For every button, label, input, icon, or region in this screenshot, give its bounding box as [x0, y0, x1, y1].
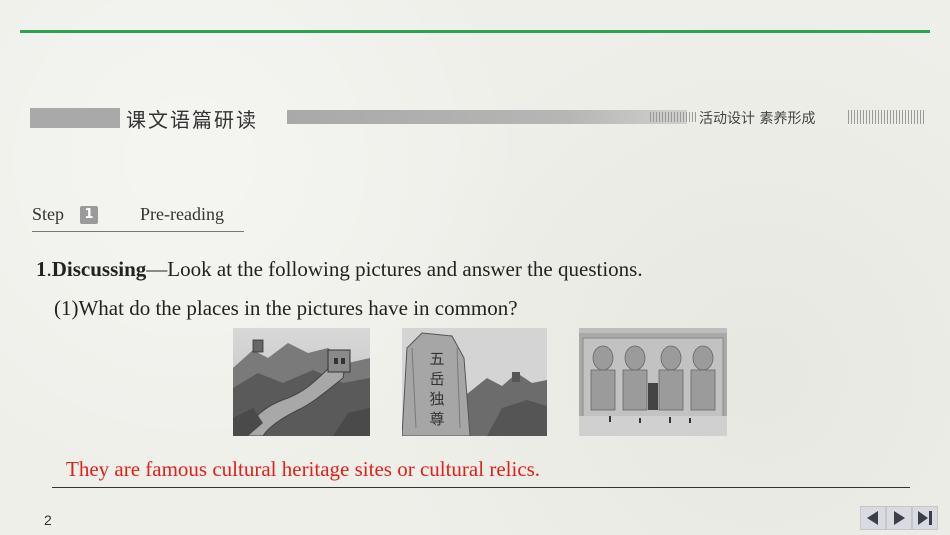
step-number-badge: 1 — [80, 206, 98, 224]
step-heading: Step 1 Pre-reading — [32, 203, 244, 232]
question-text: —Look at the following pictures and answ… — [146, 257, 643, 281]
answer-text: They are famous cultural heritage sites … — [66, 457, 541, 481]
step-label: Pre-reading — [140, 204, 224, 224]
mount-tai-inscription-photo: 五 岳 独 尊 — [402, 328, 547, 436]
svg-text:尊: 尊 — [429, 410, 444, 428]
next-icon — [894, 511, 905, 525]
section-header: 课文语篇研读 活动设计 素养形成 — [30, 104, 930, 132]
svg-text:独: 独 — [429, 390, 444, 408]
top-accent-line — [20, 30, 930, 33]
svg-text:岳: 岳 — [429, 370, 444, 388]
question-1: 1.Discussing—Look at the following pictu… — [36, 257, 643, 282]
header-hatch-right — [848, 110, 926, 124]
header-bar-left — [30, 108, 120, 128]
question-keyword: Discussing — [51, 257, 147, 281]
prev-icon — [867, 511, 878, 525]
page-number: 2 — [44, 512, 52, 528]
step-word: Step — [32, 204, 65, 224]
section-subtitle: 活动设计 素养形成 — [699, 111, 816, 127]
next-slide-button[interactable] — [886, 506, 912, 530]
header-hatch — [650, 112, 698, 122]
abu-simbel-temple-photo — [579, 328, 727, 436]
question-number: 1 — [36, 257, 47, 281]
last-slide-button[interactable] — [912, 506, 938, 530]
prev-slide-button[interactable] — [860, 506, 886, 530]
header-bar-middle — [287, 110, 687, 124]
section-title: 课文语篇研读 — [126, 108, 258, 132]
svg-text:五: 五 — [429, 350, 444, 368]
end-icon — [918, 511, 932, 525]
great-wall-photo — [233, 328, 370, 436]
answer-underline — [52, 487, 910, 488]
sub-question: (1)What do the places in the pictures ha… — [54, 296, 518, 320]
